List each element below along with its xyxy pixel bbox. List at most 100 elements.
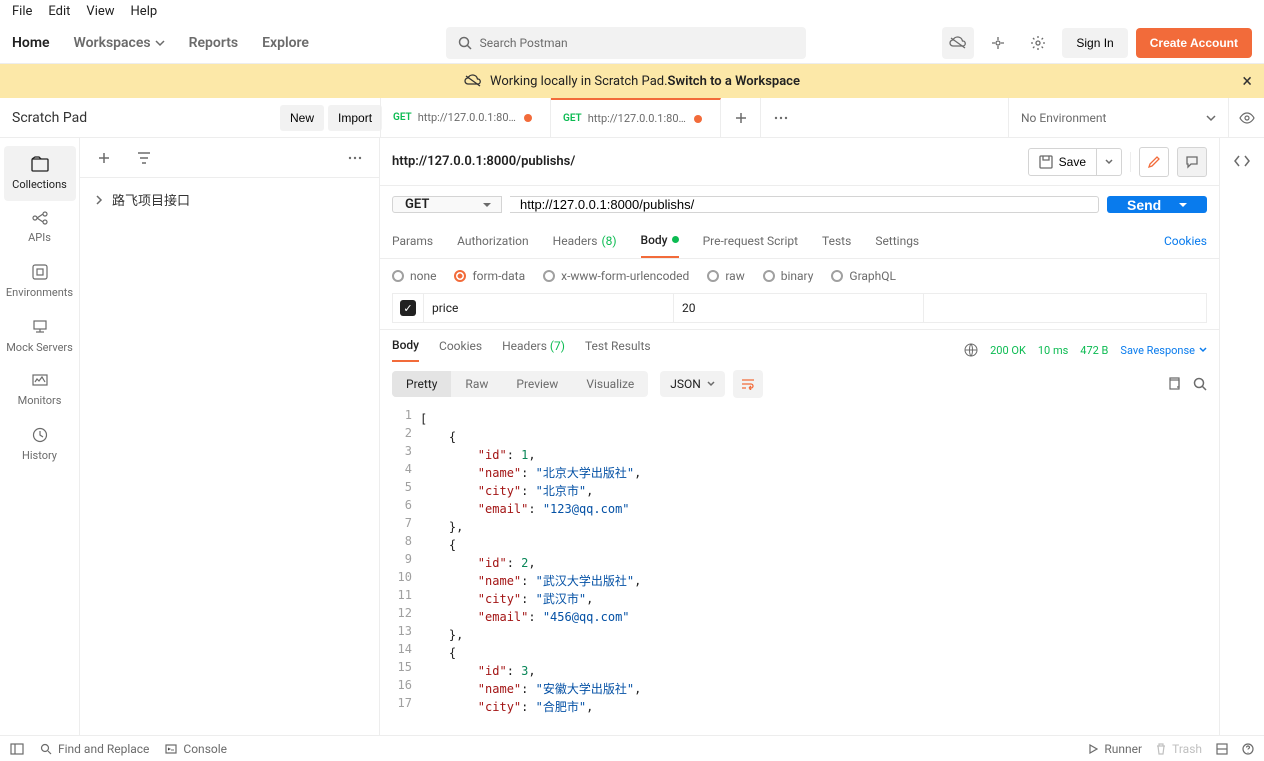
comment-button[interactable]: [1177, 147, 1207, 177]
add-tab-button[interactable]: [721, 98, 761, 137]
bodytype-raw[interactable]: raw: [707, 269, 744, 283]
tab-options-button[interactable]: [761, 98, 801, 137]
save-button[interactable]: Save: [1028, 148, 1097, 176]
cloud-sync-icon[interactable]: [942, 27, 974, 59]
sidebar-toggle-icon[interactable]: [10, 743, 24, 755]
view-raw[interactable]: Raw: [451, 371, 502, 397]
row-key[interactable]: price: [423, 294, 673, 322]
response-tab-cookies[interactable]: Cookies: [439, 339, 482, 361]
console-button[interactable]: Console: [165, 742, 227, 756]
search-response-icon[interactable]: [1193, 377, 1207, 391]
globe-icon[interactable]: [964, 343, 978, 357]
request-tab-0[interactable]: GET http://127.0.0.1:8000/b: [381, 98, 551, 137]
format-select[interactable]: JSON: [660, 371, 725, 397]
url-input[interactable]: [510, 196, 1099, 213]
nav-explore[interactable]: Explore: [262, 35, 309, 51]
view-preview[interactable]: Preview: [502, 371, 572, 397]
nav-home[interactable]: Home: [12, 35, 50, 51]
view-pretty[interactable]: Pretty: [392, 371, 451, 397]
body-indicator-icon: [672, 236, 679, 243]
collection-item[interactable]: 路飞项目接口: [88, 186, 371, 213]
bodytype-formdata[interactable]: form-data: [454, 269, 525, 283]
sidebar-item-environments[interactable]: Environments: [4, 254, 76, 309]
sidebar-item-mock[interactable]: Mock Servers: [4, 309, 76, 364]
nav-workspaces[interactable]: Workspaces: [74, 35, 165, 51]
copy-icon[interactable]: [1167, 377, 1181, 391]
response-tab-headers[interactable]: Headers (7): [502, 339, 565, 361]
menu-help[interactable]: Help: [131, 4, 158, 19]
banner-close-icon[interactable]: ×: [1242, 71, 1252, 92]
banner-text: Working locally in Scratch Pad.: [490, 74, 667, 89]
response-body[interactable]: 1234567891011121314151617 [ { "id": 1, "…: [380, 406, 1219, 735]
save-dropdown-button[interactable]: [1097, 148, 1122, 176]
right-rail: [1220, 138, 1264, 735]
settings-icon[interactable]: [1022, 27, 1054, 59]
status-code: 200 OK: [990, 344, 1026, 357]
bodytype-graphql[interactable]: GraphQL: [831, 269, 896, 283]
formdata-row[interactable]: ✓ price 20: [392, 293, 1207, 323]
scratchpad-title: Scratch Pad: [0, 98, 280, 137]
send-button[interactable]: Send: [1107, 196, 1207, 213]
request-tab-1[interactable]: GET http://127.0.0.1:8000/p: [551, 98, 721, 137]
panel-options-button[interactable]: [339, 142, 371, 174]
nav-reports[interactable]: Reports: [189, 35, 239, 51]
new-button[interactable]: New: [280, 105, 324, 131]
runner-button[interactable]: Runner: [1088, 742, 1142, 756]
tab-authorization[interactable]: Authorization: [457, 223, 529, 258]
capture-icon[interactable]: [982, 27, 1014, 59]
tab-settings[interactable]: Settings: [875, 223, 919, 258]
tab-tests[interactable]: Tests: [822, 223, 851, 258]
collections-panel: 路飞项目接口: [80, 138, 380, 735]
save-response-button[interactable]: Save Response: [1120, 344, 1207, 357]
search-icon: [458, 36, 472, 50]
tab-headers[interactable]: Headers (8): [553, 223, 617, 258]
monitors-icon: [32, 374, 48, 388]
method-select[interactable]: GET: [392, 196, 502, 213]
sidebar: Collections APIs Environments Mock Serve…: [0, 138, 80, 735]
search-input[interactable]: Search Postman: [446, 27, 806, 59]
environment-preview-button[interactable]: [1228, 98, 1264, 137]
view-visualize[interactable]: Visualize: [572, 371, 648, 397]
find-replace-button[interactable]: Find and Replace: [40, 742, 149, 756]
response-tab-tests[interactable]: Test Results: [585, 339, 651, 361]
tab-params[interactable]: Params: [392, 223, 433, 258]
response-tab-body[interactable]: Body: [392, 338, 419, 362]
tab-title: http://127.0.0.1:8000/b: [418, 111, 518, 124]
signin-button[interactable]: Sign In: [1062, 28, 1127, 58]
environment-select[interactable]: No Environment: [1008, 98, 1228, 137]
sidebar-item-history[interactable]: History: [4, 417, 76, 472]
add-collection-button[interactable]: [88, 142, 120, 174]
menu-view[interactable]: View: [86, 4, 114, 19]
menu-bar: File Edit View Help: [0, 0, 1264, 22]
scratchpad-banner: Working locally in Scratch Pad. Switch t…: [0, 64, 1264, 98]
code-icon[interactable]: [1233, 154, 1251, 168]
row-checkbox[interactable]: ✓: [393, 300, 423, 316]
tab-prerequest[interactable]: Pre-request Script: [703, 223, 798, 258]
cookies-link[interactable]: Cookies: [1164, 234, 1207, 248]
sidebar-item-monitors[interactable]: Monitors: [4, 364, 76, 417]
trash-button[interactable]: Trash: [1156, 742, 1202, 756]
bodytype-binary[interactable]: binary: [763, 269, 814, 283]
bodytype-urlencoded[interactable]: x-www-form-urlencoded: [543, 269, 689, 283]
import-button[interactable]: Import: [328, 105, 382, 131]
create-account-button[interactable]: Create Account: [1136, 28, 1252, 58]
bodytype-none[interactable]: none: [392, 269, 436, 283]
sidebar-item-collections[interactable]: Collections: [4, 146, 76, 201]
environments-icon: [32, 264, 48, 280]
row-value[interactable]: 20: [673, 294, 923, 322]
response-time: 10 ms: [1038, 344, 1068, 357]
menu-edit[interactable]: Edit: [48, 4, 70, 19]
chevron-down-icon: [155, 38, 165, 48]
wrap-button[interactable]: [733, 370, 763, 398]
tab-method: GET: [393, 112, 412, 123]
filter-button[interactable]: [128, 142, 160, 174]
header: Home Workspaces Reports Explore Search P…: [0, 22, 1264, 64]
layout-icon[interactable]: [1216, 743, 1228, 755]
help-icon[interactable]: [1242, 743, 1254, 755]
banner-link[interactable]: Switch to a Workspace: [668, 74, 800, 89]
collections-icon: [31, 156, 49, 172]
edit-button[interactable]: [1139, 147, 1169, 177]
menu-file[interactable]: File: [12, 4, 32, 19]
tab-body[interactable]: Body: [641, 223, 679, 258]
sidebar-item-apis[interactable]: APIs: [4, 201, 76, 254]
